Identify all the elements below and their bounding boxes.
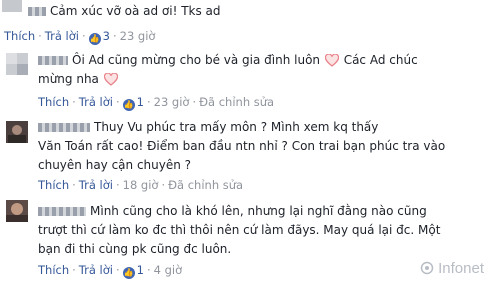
avatar[interactable] <box>6 200 28 222</box>
separator-dot: · <box>161 178 166 192</box>
comment-text-line2: mừng nha <box>38 72 99 86</box>
separator-dot: · <box>72 178 76 192</box>
like-link[interactable]: Thích <box>4 29 35 43</box>
comment-text-line2: trượt thì cứ làm ko đc thì thôi nên cứ l… <box>38 223 441 237</box>
separator-dot: · <box>112 29 117 43</box>
thumbs-up-icon[interactable]: 👍 <box>88 33 101 45</box>
comment-actions: Thích · Trả lời · 👍 3 · 23 giờ <box>4 29 155 45</box>
comment-text-line2: Văn Toán rất cao! Điểm ban đầu ntn nhỉ ?… <box>38 139 446 153</box>
reply-link[interactable]: Trả lời <box>45 29 79 43</box>
blurred-author-name[interactable] <box>38 207 86 216</box>
avatar[interactable] <box>2 0 22 12</box>
timestamp[interactable]: 18 giờ <box>123 178 159 192</box>
separator-dot: · <box>72 263 76 277</box>
separator-dot: · <box>72 95 76 109</box>
thumbs-up-icon[interactable]: 👍 <box>122 99 135 111</box>
reply-link[interactable]: Trả lời <box>79 178 113 192</box>
comment-body: Ôi Ad cũng mừng cho bé và gia đình luôn … <box>38 51 478 89</box>
timestamp[interactable]: 23 giờ <box>154 95 190 109</box>
like-link[interactable]: Thích <box>38 95 69 109</box>
infonet-logo-icon <box>420 261 434 275</box>
separator-dot: · <box>81 29 86 43</box>
timestamp[interactable]: 4 giờ <box>154 263 183 277</box>
comment-text: Cảm xúc vỡ oà ad ơi! Tks ad <box>50 4 221 18</box>
like-count[interactable]: 1 <box>137 95 144 109</box>
comment-text-continued: Các Ad chúc <box>343 53 418 67</box>
like-link[interactable]: Thích <box>38 178 69 192</box>
watermark-text: Infonet <box>438 260 484 277</box>
separator-dot: · <box>146 263 151 277</box>
like-count[interactable]: 1 <box>137 263 144 277</box>
avatar[interactable] <box>6 121 28 143</box>
comment-text-line3: bạn đi thi cùng pk cũng đc luôn. <box>38 242 232 256</box>
comment-text-line3: chuyên hay cận chuyên ? <box>38 158 192 172</box>
blurred-author-name[interactable] <box>38 56 68 65</box>
edited-label[interactable]: Đã chỉnh sửa <box>199 95 274 109</box>
separator-dot: · <box>192 95 197 109</box>
separator-dot: · <box>146 95 151 109</box>
like-count[interactable]: 3 <box>103 29 110 43</box>
thumbs-up-icon[interactable]: 👍 <box>122 267 135 279</box>
separator-dot: · <box>115 95 120 109</box>
heart-icon <box>103 73 118 86</box>
timestamp[interactable]: 23 giờ <box>120 29 156 43</box>
infonet-watermark: Infonet <box>420 260 484 277</box>
blurred-author-name[interactable] <box>38 123 90 132</box>
avatar[interactable] <box>6 53 28 75</box>
reply-link[interactable]: Trả lời <box>79 263 113 277</box>
separator-dot: · <box>115 178 120 192</box>
comment-body: Thuy Vu phúc tra mấy môn ? Mình xem kq t… <box>38 118 488 175</box>
like-link[interactable]: Thích <box>38 263 69 277</box>
comment-body: Cảm xúc vỡ oà ad ơi! Tks ad <box>28 2 221 21</box>
comment-text-line1: Mình cũng cho là khó lên, nhưng lại nghĩ… <box>90 204 427 218</box>
separator-dot: · <box>115 263 120 277</box>
comment-body: Mình cũng cho là khó lên, nhưng lại nghĩ… <box>38 202 488 259</box>
edited-label[interactable]: Đã chỉnh sửa <box>168 178 243 192</box>
separator-dot: · <box>38 29 42 43</box>
comment-actions: Thích · Trả lời · 👍 1 · 4 giờ <box>38 263 182 279</box>
comment-text: Ôi Ad cũng mừng cho bé và gia đình luôn <box>72 53 321 67</box>
blurred-author-name[interactable] <box>28 7 46 16</box>
comment-actions: Thích · Trả lời · 👍 1 · 23 giờ · Đã chỉnh sửa <box>38 95 274 111</box>
heart-icon <box>324 54 339 67</box>
comment-actions: Thích · Trả lời · 18 giờ · Đã chỉnh sửa <box>38 178 243 192</box>
comment-text-line1: Thuy Vu phúc tra mấy môn ? Mình xem kq t… <box>94 120 379 134</box>
reply-link[interactable]: Trả lời <box>79 95 113 109</box>
